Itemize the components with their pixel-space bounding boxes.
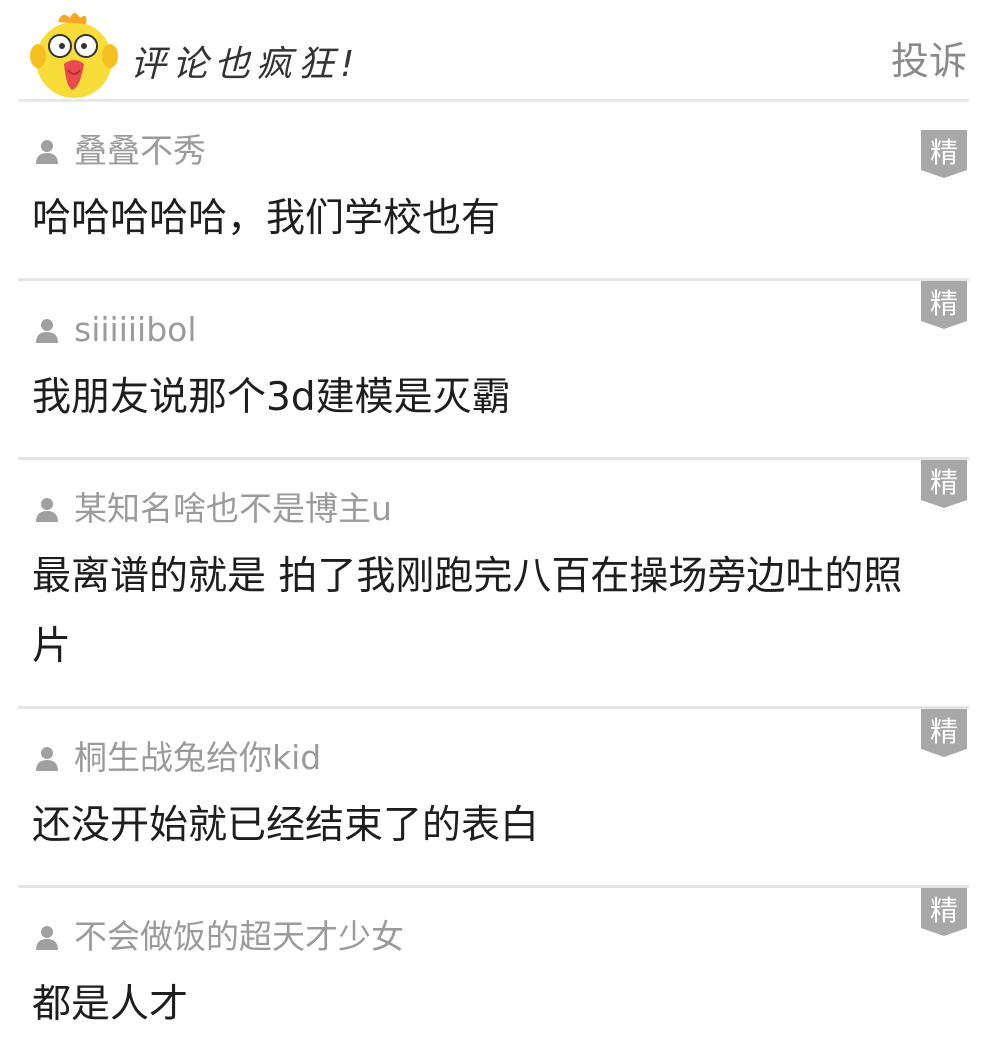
comment-text: 都是人才: [32, 982, 189, 1027]
comment-text: 还没开始就已经结束了的表白: [32, 803, 540, 848]
comment-username[interactable]: 桐生战兔给你kid: [74, 737, 321, 779]
comment-username[interactable]: siiiiiibol: [74, 309, 197, 351]
comment-username[interactable]: 不会做饭的超天才少女: [74, 916, 404, 958]
comment-text: 我朋友说那个3d建模是灭霸: [32, 375, 511, 420]
comment-username[interactable]: 叠叠不秀: [74, 130, 206, 172]
user-icon: [36, 926, 58, 950]
comment-author-row: siiiiiibol: [32, 309, 947, 351]
comment-text: 哈哈哈哈哈，我们学校也有: [32, 196, 501, 241]
header: 评论也疯狂! 投诉: [0, 0, 987, 102]
comment-author-row: 不会做饭的超天才少女: [32, 916, 947, 958]
comment-author-row: 某知名啥也不是博主u: [32, 488, 947, 530]
report-button[interactable]: 投诉: [891, 36, 967, 86]
comment-text: 最离谱的就是 拍了我刚跑完八百在操场旁边吐的照片: [32, 554, 903, 669]
user-icon: [36, 319, 58, 343]
user-icon: [36, 140, 58, 164]
section-title: 评论也疯狂!: [130, 44, 361, 85]
comment-author-row: 桐生战兔给你kid: [32, 737, 947, 779]
comment-list: 精 叠叠不秀 哈哈哈哈哈，我们学校也有 精 siiiiiibol 我朋友说那个3…: [0, 102, 987, 1064]
comment-item: 精 不会做饭的超天才少女 都是人才: [18, 885, 969, 1064]
comment-author-row: 叠叠不秀: [32, 130, 947, 172]
comment-item: 精 桐生战兔给你kid 还没开始就已经结束了的表白: [18, 706, 969, 885]
user-icon: [36, 747, 58, 771]
comment-item: 精 叠叠不秀 哈哈哈哈哈，我们学校也有: [18, 130, 969, 278]
comment-item: 精 某知名啥也不是博主u 最离谱的就是 拍了我刚跑完八百在操场旁边吐的照片: [18, 457, 969, 706]
comment-username[interactable]: 某知名啥也不是博主u: [74, 488, 392, 530]
yellow-chick-mascot-icon: [30, 13, 118, 98]
comment-item: 精 siiiiiibol 我朋友说那个3d建模是灭霸: [18, 278, 969, 457]
user-icon: [36, 498, 58, 522]
